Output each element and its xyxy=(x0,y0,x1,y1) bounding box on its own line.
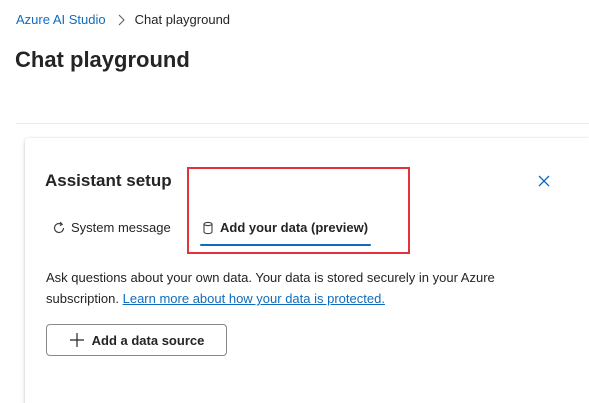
tab-add-your-data[interactable]: Add your data (preview) xyxy=(200,214,368,242)
database-icon xyxy=(200,220,216,236)
assistant-setup-panel: Assistant setup System message Add your … xyxy=(25,138,589,403)
close-icon xyxy=(538,175,550,187)
add-data-source-label: Add a data source xyxy=(91,332,205,348)
tab-add-your-data-label: Add your data (preview) xyxy=(220,220,369,235)
breadcrumb-chat-playground: Chat playground xyxy=(134,12,231,27)
add-data-source-button[interactable]: Add a data source xyxy=(46,324,227,356)
learn-more-link[interactable]: Learn more about how your data is protec… xyxy=(123,291,385,306)
assistant-setup-title: Assistant setup xyxy=(45,171,172,190)
data-description: Ask questions about your own data. Your … xyxy=(46,267,566,309)
header-divider xyxy=(16,123,589,124)
plus-icon xyxy=(69,332,85,348)
breadcrumb-azure-ai-studio[interactable]: Azure AI Studio xyxy=(16,11,106,29)
page-title: Chat playground xyxy=(15,47,190,72)
breadcrumb: Azure AI Studio Chat playground xyxy=(16,11,230,29)
tab-system-message[interactable]: System message xyxy=(51,214,171,242)
chat-playground-page: Azure AI Studio Chat playground Chat pla… xyxy=(0,0,589,403)
selected-tab-indicator xyxy=(200,244,371,246)
rotate-arrow-icon xyxy=(51,220,67,236)
chevron-right-icon xyxy=(118,14,126,26)
close-button[interactable] xyxy=(534,171,554,191)
tab-system-message-label: System message xyxy=(71,220,171,235)
